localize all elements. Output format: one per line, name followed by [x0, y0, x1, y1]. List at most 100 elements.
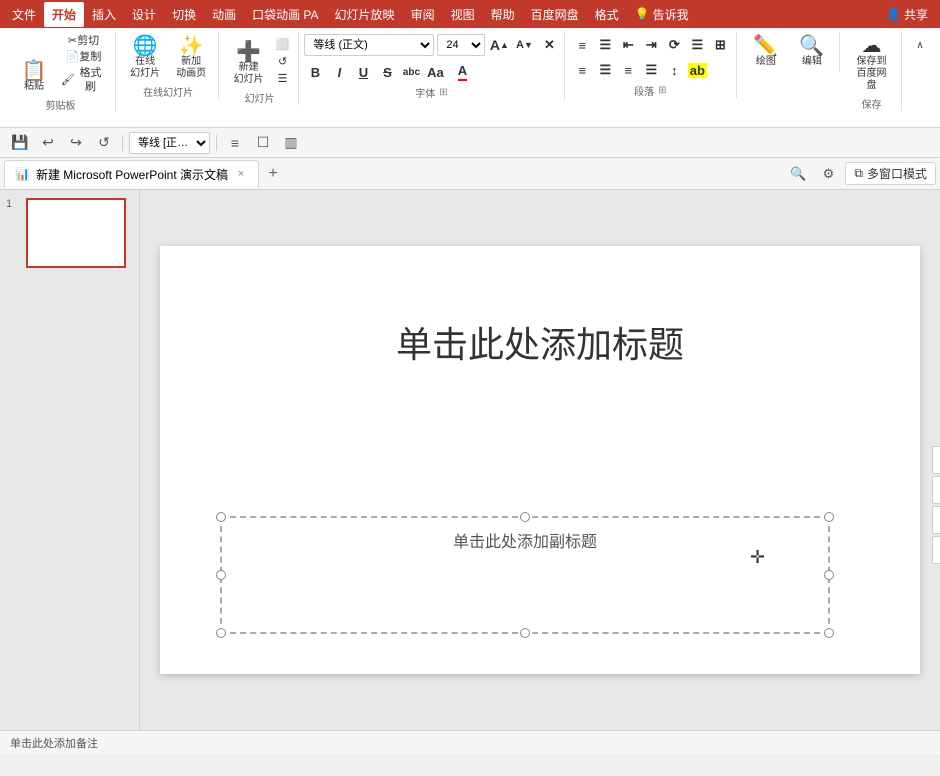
multi-window-button[interactable]: ⧉ 多窗口模式 — [845, 162, 936, 185]
menu-view[interactable]: 视图 — [443, 2, 483, 27]
menu-baidu[interactable]: 百度网盘 — [523, 2, 587, 27]
tab-close-button[interactable]: × — [234, 167, 248, 181]
smartart-button[interactable]: ⊞ — [709, 34, 731, 56]
handle-mr[interactable] — [824, 570, 834, 580]
font-size-select[interactable]: 24 — [437, 34, 485, 56]
undo-icon: ↩ — [42, 134, 54, 151]
menu-help[interactable]: 帮助 — [483, 2, 523, 27]
line-spacing-button[interactable]: ↕ — [663, 59, 685, 81]
font-expand-icon[interactable]: ⊞ — [437, 87, 449, 98]
section-icon: ☰ — [278, 73, 288, 86]
refresh-button[interactable]: ↺ — [92, 131, 116, 155]
draw-button[interactable]: ✏️ 绘图 — [744, 34, 788, 70]
font-color-button[interactable]: A — [448, 61, 476, 83]
collapse-ribbon-button[interactable]: ∧ — [910, 36, 930, 56]
slide-canvas[interactable]: 单击此处添加标题 单击此处添加副标题 ⋀ — [160, 246, 920, 674]
align-right-button[interactable]: ≡ — [617, 59, 639, 81]
menu-transitions[interactable]: 切换 — [164, 2, 204, 27]
increase-indent-button[interactable]: ⇥ — [640, 34, 662, 56]
underline-button[interactable]: U — [352, 61, 374, 83]
clear-format-button[interactable]: ✕ — [538, 34, 560, 56]
menu-home[interactable]: 开始 — [44, 2, 84, 27]
decrease-font-button[interactable]: A▼ — [513, 34, 535, 56]
reset-button[interactable]: ↺ — [273, 55, 293, 70]
paste-label: 粘贴 — [24, 81, 44, 93]
new-animation-icon: ✨ — [179, 36, 204, 56]
redo-button[interactable]: ↪ — [64, 131, 88, 155]
layout-select[interactable]: 等线 [正… — [129, 132, 210, 154]
subtitle-placeholder[interactable]: 单击此处添加副标题 — [220, 516, 830, 634]
view-btn1[interactable]: ≡ — [223, 131, 247, 155]
workspace: 1 单击此处添加标题 单击此处添加副标题 — [0, 190, 940, 730]
menu-insert[interactable]: 插入 — [84, 2, 124, 27]
handle-ml[interactable] — [216, 570, 226, 580]
text-highlight-button[interactable]: ab — [686, 59, 708, 81]
decrease-indent-button[interactable]: ⇤ — [617, 34, 639, 56]
section-button[interactable]: ☰ — [273, 72, 293, 87]
status-bar[interactable]: 单击此处添加备注 — [0, 730, 940, 754]
align-left-button[interactable]: ≡ — [571, 59, 593, 81]
clear-format-icon: ✕ — [544, 37, 555, 53]
menu-design[interactable]: 设计 — [124, 2, 164, 27]
menu-tell-me[interactable]: 💡 告诉我 — [627, 2, 697, 27]
handle-tr[interactable] — [824, 512, 834, 522]
font-name-select[interactable]: 等线 (正文) — [304, 34, 434, 56]
cut-button[interactable]: ✂ 剪切 — [58, 34, 109, 49]
menu-file[interactable]: 文件 — [4, 2, 44, 27]
save-button[interactable]: 💾 — [8, 131, 32, 155]
rt-btn4[interactable]: ⊠ — [932, 536, 940, 564]
tab-settings-button[interactable]: ⚙ — [815, 161, 841, 187]
tab-search-button[interactable]: 🔍 — [785, 161, 811, 187]
bullet-list-button[interactable]: ≡ — [571, 34, 593, 56]
italic-button[interactable]: I — [328, 61, 350, 83]
menu-animations[interactable]: 动画 — [204, 2, 244, 27]
menu-pa[interactable]: 口袋动画 PA — [244, 2, 326, 27]
undo-button[interactable]: ↩ — [36, 131, 60, 155]
layout-button[interactable]: ⬜ — [273, 38, 293, 53]
align-left-icon: ≡ — [579, 63, 587, 78]
char-spacing-button[interactable]: Aa — [424, 61, 446, 83]
draw-group: ✏️ 绘图 🔍 编辑 — [739, 32, 840, 72]
save-cloud-button[interactable]: ☁ 保存到 百度网盘 — [848, 34, 895, 94]
paragraph-expand-icon[interactable]: ⊞ — [656, 85, 668, 96]
slide-thumbnail[interactable] — [26, 198, 126, 268]
font-group: 等线 (正文) 24 A▲ A▼ ✕ B — [301, 32, 565, 100]
handle-br[interactable] — [824, 628, 834, 638]
rt-btn3[interactable]: ⊡ — [932, 506, 940, 534]
handle-bm[interactable] — [520, 628, 530, 638]
view-btn3[interactable]: ▥ — [279, 131, 303, 155]
copy-button[interactable]: 📄 复制 — [58, 50, 109, 65]
title-placeholder[interactable]: 单击此处添加标题 — [160, 306, 920, 378]
menu-review[interactable]: 审阅 — [403, 2, 443, 27]
rt-btn2[interactable]: ⊕ — [932, 476, 940, 504]
presentation-tab[interactable]: 📊 新建 Microsoft PowerPoint 演示文稿 × — [4, 160, 259, 188]
menu-slideshow[interactable]: 幻灯片放映 — [327, 2, 403, 27]
align-center-button[interactable]: ☰ — [594, 59, 616, 81]
rt-btn1[interactable]: ⋀ — [932, 446, 940, 474]
handle-tl[interactable] — [216, 512, 226, 522]
view-btn2[interactable]: ☐ — [251, 131, 275, 155]
numbered-list-icon: ☰ — [599, 37, 611, 53]
quick-access-bar: 💾 ↩ ↪ ↺ 等线 [正… ≡ ☐ ▥ — [0, 128, 940, 158]
new-animation-button[interactable]: ✨ 新加 动画页 — [169, 34, 213, 82]
text-direction-button[interactable]: ⟳ — [663, 34, 685, 56]
new-slide-button[interactable]: ➕ 新建 幻灯片 — [227, 40, 271, 88]
shadow-icon: abc — [403, 67, 420, 78]
menu-format[interactable]: 格式 — [587, 2, 627, 27]
numbered-list-button[interactable]: ☰ — [594, 34, 616, 56]
tab-add-button[interactable]: + — [261, 162, 285, 186]
paste-button[interactable]: 📋 粘贴 — [12, 59, 56, 95]
justify-button[interactable]: ☰ — [640, 59, 662, 81]
increase-font-button[interactable]: A▲ — [488, 34, 510, 56]
online-slides-button[interactable]: 🌐 在线 幻灯片 — [123, 34, 167, 82]
menu-share[interactable]: 👤 共享 — [878, 2, 936, 27]
format-painter-button[interactable]: 🖌 格式刷 — [58, 66, 109, 94]
handle-tm[interactable] — [520, 512, 530, 522]
increase-font-icon: A — [490, 37, 500, 53]
columns-button[interactable]: ☰ — [686, 34, 708, 56]
strikethrough-button[interactable]: S — [376, 61, 398, 83]
shadow-button[interactable]: abc — [400, 61, 422, 83]
handle-bl[interactable] — [216, 628, 226, 638]
edit-button[interactable]: 🔍 编辑 — [790, 34, 834, 70]
bold-button[interactable]: B — [304, 61, 326, 83]
